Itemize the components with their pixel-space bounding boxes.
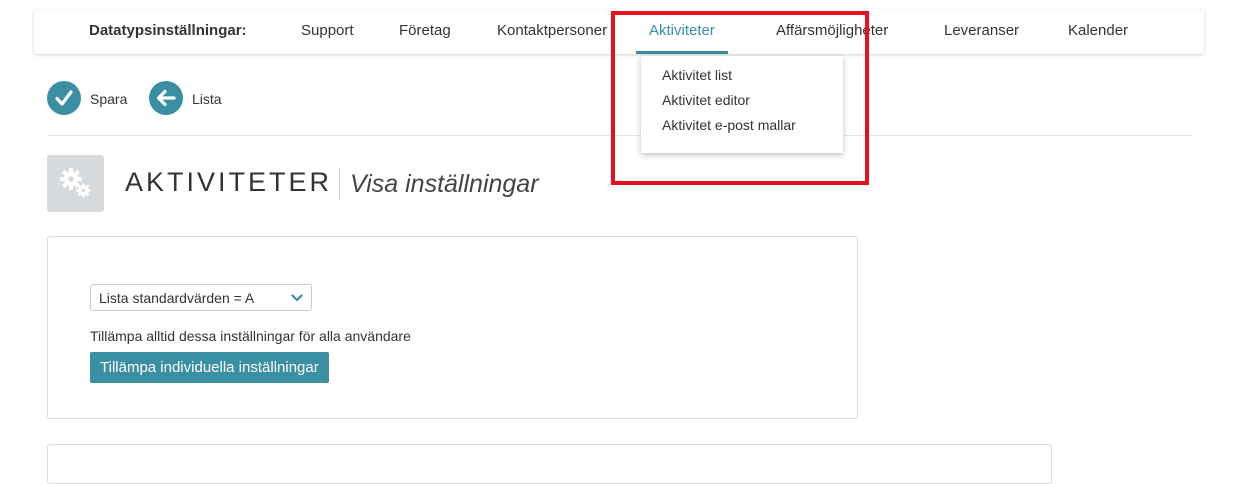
apply-individual-settings-button[interactable]: Tillämpa individuella inställningar (90, 352, 329, 383)
divider (47, 135, 1192, 136)
chevron-down-icon (291, 294, 303, 302)
nav-item-affarsmojligheter[interactable]: Affärsmöjligheter (776, 10, 888, 54)
nav-item-aktiviteter[interactable]: Aktiviteter (636, 10, 728, 54)
nav-item-leveranser[interactable]: Leveranser (944, 10, 1019, 54)
arrow-left-icon (156, 89, 176, 107)
gears-icon (60, 168, 91, 198)
menu-item-aktivitet-list[interactable]: Aktivitet list (662, 67, 732, 83)
menu-item-aktivitet-epost-mallar[interactable]: Aktivitet e-post mallar (662, 117, 796, 133)
check-icon (55, 90, 73, 106)
nav-item-support[interactable]: Support (301, 10, 354, 54)
second-panel (47, 444, 1052, 484)
list-button-label[interactable]: Lista (192, 91, 222, 107)
apply-info-text: Tillämpa alltid dessa inställningar för … (90, 328, 411, 344)
save-button[interactable] (47, 81, 81, 115)
active-tab-indicator (636, 51, 728, 54)
title-separator (339, 168, 340, 200)
nav-section-label: Datatypsinställningar: (89, 22, 247, 39)
nav-item-kontaktpersoner[interactable]: Kontaktpersoner (497, 10, 607, 54)
select-value: Lista standardvärden = A (99, 290, 255, 306)
nav-item-foretag[interactable]: Företag (399, 10, 451, 54)
default-values-select[interactable]: Lista standardvärden = A (90, 284, 312, 311)
page-icon-box (47, 155, 104, 212)
aktiviteter-dropdown-menu: Aktivitet list Aktivitet editor Aktivite… (641, 56, 843, 153)
settings-panel: Lista standardvärden = A Tillämpa alltid… (47, 236, 858, 419)
list-button[interactable] (149, 81, 183, 115)
nav-item-aktiviteter-label: Aktiviteter (649, 22, 715, 39)
top-navigation: Datatypsinställningar: Support Företag K… (34, 10, 1204, 54)
menu-item-aktivitet-editor[interactable]: Aktivitet editor (662, 92, 750, 108)
save-button-label[interactable]: Spara (90, 91, 127, 107)
page-subtitle: Visa inställningar (350, 170, 539, 198)
page-title: AKTIVITETER (125, 167, 333, 197)
nav-item-kalender[interactable]: Kalender (1068, 10, 1128, 54)
